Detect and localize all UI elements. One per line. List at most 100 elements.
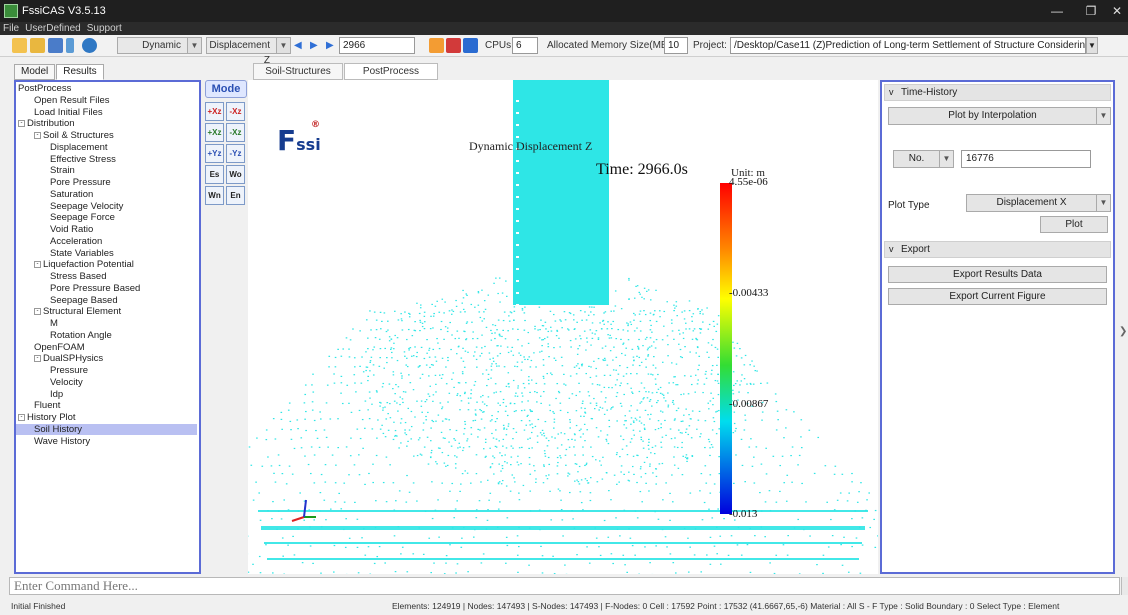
export-results-button[interactable]: Export Results Data xyxy=(888,266,1107,283)
tree-item[interactable]: Soil History xyxy=(16,423,197,436)
tree-item[interactable]: Fluent xyxy=(16,400,60,412)
tree-item[interactable]: Velocity xyxy=(16,377,83,389)
tab-model[interactable]: Model xyxy=(14,64,56,80)
step-forward-icon[interactable]: ▶ xyxy=(326,37,334,54)
cpus-input[interactable]: 6 xyxy=(512,37,538,54)
tree-collapse-icon[interactable]: - xyxy=(34,131,41,139)
tree-item[interactable]: OpenFOAM xyxy=(16,342,85,354)
view-minus-y-button[interactable]: -Yz xyxy=(226,144,245,163)
compute-icon[interactable] xyxy=(463,38,478,53)
tree-item[interactable]: Pore Pressure Based xyxy=(16,283,140,295)
tree-item[interactable]: - Soil & Structures xyxy=(16,130,114,142)
view-plus-y-button[interactable]: +Yz xyxy=(205,144,224,163)
menu-file[interactable]: File xyxy=(0,23,22,34)
step-back-icon[interactable]: ◀ xyxy=(294,37,302,54)
save-icon[interactable] xyxy=(48,38,63,53)
memory-input[interactable]: 10 xyxy=(664,37,688,54)
tree-item[interactable]: Load Initial Files xyxy=(16,107,103,119)
tree-item-label: Load Initial Files xyxy=(34,106,103,118)
tree-item[interactable]: M xyxy=(16,318,58,330)
menu-support[interactable]: Support xyxy=(84,23,125,34)
render-viewport[interactable]: Fssi ® Dynamic Displacement Z Time: 2966.… xyxy=(248,80,878,574)
view-plus-x-button[interactable]: +Xz xyxy=(205,102,224,121)
tree-collapse-icon[interactable]: - xyxy=(18,120,25,128)
render-icon[interactable] xyxy=(446,38,461,53)
tree-item[interactable]: Pore Pressure xyxy=(16,177,111,189)
view-wo-button[interactable]: Wo xyxy=(226,165,245,184)
tree-item[interactable]: Seepage Force xyxy=(16,212,115,224)
tree-item[interactable]: Effective Stress xyxy=(16,154,116,166)
play-icon[interactable]: ▶ xyxy=(310,37,318,54)
tree-item[interactable]: Saturation xyxy=(16,189,93,201)
view-plus-xz-button[interactable]: +Xz xyxy=(205,123,224,142)
view-minus-xz-button[interactable]: -Xz xyxy=(226,123,245,142)
node-number-input[interactable]: 16776 xyxy=(961,150,1091,168)
node-number-select[interactable]: No. ▼ xyxy=(893,150,954,168)
colorbar xyxy=(720,183,732,514)
tree-item-label: Void Ratio xyxy=(50,224,94,235)
status-bar: Initial Finished Elements: 124919 | Node… xyxy=(0,598,1128,615)
tree-item-label: Displacement xyxy=(50,141,108,153)
tab-postprocess[interactable]: PostProcess xyxy=(344,63,438,80)
open-file-icon[interactable] xyxy=(30,38,45,53)
mode-button[interactable]: Mode xyxy=(205,80,247,98)
point-cloud-canvas[interactable] xyxy=(248,80,878,574)
view-en-button[interactable]: En xyxy=(226,186,245,205)
plot-type-select[interactable]: Displacement X ▼ xyxy=(966,194,1111,212)
view-wn-button[interactable]: Wn xyxy=(205,186,224,205)
time-history-header[interactable]: v Time-History xyxy=(884,84,1111,101)
tree-item[interactable]: Wave History xyxy=(16,436,90,448)
tree-item[interactable]: Void Ratio xyxy=(16,224,93,236)
tree-item[interactable]: - Liquefaction Potential xyxy=(16,259,134,271)
tree-item[interactable]: - History Plot xyxy=(16,412,76,424)
result-type-select[interactable]: Displacement Z ▼ xyxy=(206,37,291,66)
tree-item[interactable]: - Distribution xyxy=(16,118,75,130)
panel-icon[interactable] xyxy=(66,38,74,53)
tree-item-label: Pressure xyxy=(50,365,89,376)
tree-item-label: Liquefaction Potential xyxy=(43,259,134,271)
tree-item[interactable]: Strain xyxy=(16,165,75,177)
tree-item[interactable]: Seepage Velocity xyxy=(16,201,123,213)
tree-item[interactable]: Acceleration xyxy=(16,236,102,248)
tree-item[interactable]: - Structural Element xyxy=(16,306,121,318)
tree-item[interactable]: Stress Based xyxy=(16,271,107,283)
view-minus-x-button[interactable]: -Xz xyxy=(226,102,245,121)
new-file-icon[interactable] xyxy=(12,38,27,53)
command-scrollbar[interactable] xyxy=(1121,577,1128,595)
tree-item-label: Seepage Based xyxy=(50,294,118,306)
tab-soil-structures[interactable]: Soil-Structures xyxy=(253,63,343,80)
project-dropdown-icon[interactable]: ▼ xyxy=(1086,37,1098,54)
tree-item[interactable]: Displacement xyxy=(16,142,108,154)
plot-type-label: Plot Type xyxy=(888,200,930,211)
tree-item[interactable]: Pressure xyxy=(16,365,88,377)
minimize-button[interactable]: — xyxy=(1040,0,1074,22)
tree-item[interactable]: - DualSPHysics xyxy=(16,353,103,365)
tree-collapse-icon[interactable]: - xyxy=(34,308,41,316)
tree-item[interactable]: Seepage Based xyxy=(16,295,118,307)
export-header[interactable]: v Export xyxy=(884,241,1111,258)
tree-item[interactable]: State Variables xyxy=(16,248,114,260)
tab-results[interactable]: Results xyxy=(56,64,104,80)
tree-item[interactable]: Idp xyxy=(16,389,63,401)
export-title: Export xyxy=(901,244,930,255)
plot-button[interactable]: Plot xyxy=(1040,216,1108,233)
analysis-type-select[interactable]: Dynamic ▼ xyxy=(117,37,202,54)
tree-item-label: Seepage Force xyxy=(50,212,115,224)
export-figure-button[interactable]: Export Current Figure xyxy=(888,288,1107,305)
project-path-input[interactable]: /Desktop/Case11 (Z)Prediction of Long-te… xyxy=(730,37,1086,54)
close-button[interactable]: ✕ xyxy=(1100,0,1128,22)
command-input[interactable]: Enter Command Here... xyxy=(9,577,1120,595)
tree-collapse-icon[interactable]: - xyxy=(18,413,25,421)
refresh-icon[interactable] xyxy=(82,38,97,53)
step-input[interactable]: 2966 xyxy=(339,37,415,54)
download-icon[interactable] xyxy=(429,38,444,53)
tree-collapse-icon[interactable]: - xyxy=(34,261,41,269)
tree-item[interactable]: Rotation Angle xyxy=(16,330,112,342)
tree-item[interactable]: PostProcess xyxy=(16,83,71,95)
interpolation-select[interactable]: Plot by Interpolation ▼ xyxy=(888,107,1111,125)
view-es-button[interactable]: Es xyxy=(205,165,224,184)
tree-item[interactable]: Open Result Files xyxy=(16,95,110,107)
menu-userdefined[interactable]: UserDefined xyxy=(22,23,84,34)
panel-collapse-handle[interactable]: ❯ xyxy=(1117,80,1128,574)
tree-collapse-icon[interactable]: - xyxy=(34,355,41,363)
